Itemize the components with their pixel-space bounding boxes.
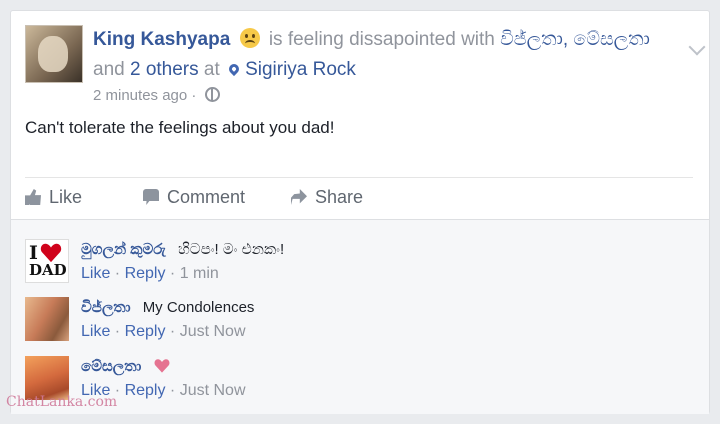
comment-author[interactable]: මුගලන් කුමරු	[81, 241, 166, 258]
sad-face-icon	[239, 28, 260, 48]
comment-like-link[interactable]: Like	[81, 265, 110, 282]
comment-reply-link[interactable]: Reply	[125, 265, 166, 282]
comment-item: මේසලතා Like · Reply · Just Now	[25, 356, 685, 406]
post-header-text: King Kashyapa is feeling dissapointed wi…	[93, 25, 673, 107]
comment-time[interactable]: Just Now	[180, 323, 246, 340]
post-card: King Kashyapa is feeling dissapointed wi…	[10, 10, 710, 414]
chevron-down-icon[interactable]	[688, 38, 706, 56]
post-actions: Like Comment Share	[25, 177, 693, 216]
post-meta: 2 minutes ago ·	[93, 85, 673, 107]
share-button[interactable]: Share	[291, 187, 363, 208]
meta-separator: ·	[191, 87, 197, 104]
location-link[interactable]: Sigiriya Rock	[245, 59, 356, 80]
comment-text-line: මුගලන් කුමරු හිටපං! මං එනකං!	[81, 239, 284, 261]
comment-text: My Condolences	[142, 299, 255, 316]
comment-text-line: විජ්ලතා My Condolences	[81, 297, 254, 319]
post-body: Can't tolerate the feelings about you da…	[25, 118, 335, 137]
comment-text-line: මේසලතා	[81, 356, 170, 378]
location-pin-icon	[226, 61, 242, 77]
comment-time[interactable]: Just Now	[180, 382, 246, 399]
like-label: Like	[49, 187, 83, 207]
watermark: ChatLanka.com	[6, 394, 118, 410]
share-label: Share	[315, 187, 364, 207]
comment-item: විජ්ලතා My Condolences Like · Reply · Ju…	[25, 297, 685, 347]
avatar-text-dad: DAD	[29, 261, 67, 279]
and-text: and	[93, 59, 125, 80]
author-avatar[interactable]	[25, 25, 83, 83]
others-link[interactable]: 2 others	[130, 59, 199, 80]
post-timestamp[interactable]: 2 minutes ago	[93, 87, 187, 104]
comment-actions: Like · Reply · 1 min	[81, 265, 219, 282]
comment-reply-link[interactable]: Reply	[125, 382, 166, 399]
feeling-text: is feeling dissapointed with	[268, 29, 495, 50]
comment-author[interactable]: විජ්ලතා	[81, 299, 131, 316]
post-header: King Kashyapa is feeling dissapointed wi…	[25, 25, 706, 109]
heart-icon	[40, 243, 62, 263]
tagged-friends[interactable]: විජ්ලතා, මේසලතා	[500, 29, 650, 50]
comment-button[interactable]: Comment	[143, 187, 245, 208]
comment-reply-link[interactable]: Reply	[125, 323, 166, 340]
at-text: at	[203, 59, 220, 80]
comment-icon	[143, 189, 159, 205]
comment-author[interactable]: මේසලතා	[81, 358, 141, 375]
globe-icon[interactable]	[204, 87, 220, 102]
thumbs-up-icon	[25, 189, 41, 205]
comments-section: I DAD මුගලන් කුමරු හිටපං! මං එනකං! Like …	[11, 219, 709, 414]
comment-actions: Like · Reply · Just Now	[81, 323, 246, 340]
like-button[interactable]: Like	[25, 187, 82, 208]
comment-label: Comment	[167, 187, 246, 207]
avatar-face	[38, 36, 68, 72]
commenter-avatar[interactable]	[25, 297, 69, 341]
comment-text: හිටපං! මං එනකං!	[177, 241, 285, 258]
heart-icon	[154, 359, 169, 373]
author-name[interactable]: King Kashyapa	[93, 29, 230, 50]
comment-time[interactable]: 1 min	[180, 265, 219, 282]
share-icon	[291, 189, 307, 205]
comment-like-link[interactable]: Like	[81, 323, 110, 340]
commenter-avatar[interactable]: I DAD	[25, 239, 69, 283]
comment-item: I DAD මුගලන් කුමරු හිටපං! මං එනකං! Like …	[25, 239, 685, 289]
